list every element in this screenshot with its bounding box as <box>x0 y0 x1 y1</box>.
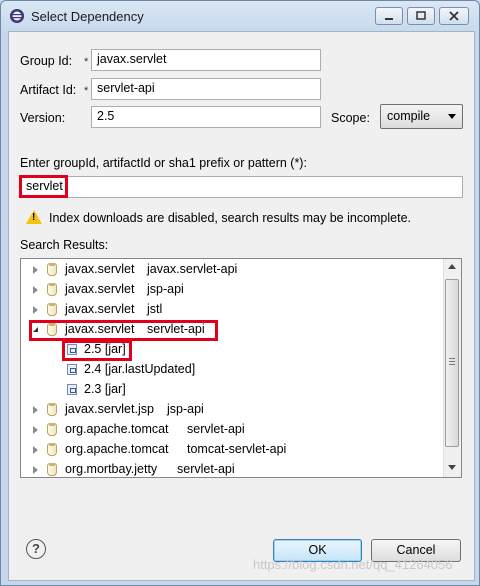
result-group: javax.servlet <box>65 262 135 276</box>
version-jar-icon <box>67 364 77 375</box>
artifact-jar-icon <box>47 303 57 316</box>
close-icon <box>449 11 459 21</box>
result-group: org.apache.tomcat <box>65 422 169 436</box>
version-jar-icon <box>67 384 77 395</box>
dialog-window: Select Dependency Group Id: * javax.serv… <box>0 0 480 586</box>
results-scrollbar[interactable] <box>443 259 461 477</box>
scroll-down-icon[interactable] <box>448 465 456 471</box>
result-row[interactable]: javax.servlet jstl <box>21 300 445 320</box>
result-row[interactable]: org.apache.tomcat tomcat-servlet-api <box>21 440 445 460</box>
artifact-jar-icon <box>47 403 57 416</box>
result-artifact: jstl <box>147 302 163 316</box>
minimize-icon <box>385 18 393 20</box>
version-label: 2.3 [jar] <box>84 382 126 396</box>
maximize-icon <box>416 11 426 20</box>
group-id-label: Group Id: <box>20 54 73 68</box>
result-row[interactable]: org.mortbay.jetty servlet-api <box>21 460 445 477</box>
version-label: Version: <box>20 111 66 125</box>
search-results-tree[interactable]: javax.servlet javax.servlet-api javax.se… <box>20 258 462 478</box>
version-row[interactable]: 2.3 [jar] <box>21 380 445 400</box>
result-group: org.mortbay.jetty <box>65 462 158 476</box>
close-button[interactable] <box>439 7 469 25</box>
result-row[interactable]: javax.servlet javax.servlet-api <box>21 260 445 280</box>
result-group: javax.servlet.jsp <box>65 402 154 416</box>
artifact-jar-icon <box>47 423 57 436</box>
group-id-field[interactable]: javax.servlet <box>91 49 321 71</box>
result-artifact: tomcat-servlet-api <box>187 442 287 456</box>
artifact-jar-icon <box>47 443 57 456</box>
result-artifact: jsp-api <box>167 402 204 416</box>
result-group: javax.servlet <box>65 302 135 316</box>
scope-label: Scope: <box>331 111 370 125</box>
warning-message: Index downloads are disabled, search res… <box>49 211 412 225</box>
expand-arrow-icon[interactable] <box>33 446 38 454</box>
version-label: 2.4 [jar.lastUpdated] <box>84 362 196 376</box>
result-row[interactable]: javax.servlet jsp-api <box>21 280 445 300</box>
expand-arrow-icon[interactable] <box>33 426 38 434</box>
window-title: Select Dependency <box>31 9 144 24</box>
required-marker: * <box>84 56 89 68</box>
help-button[interactable]: ? <box>26 539 46 559</box>
title-bar[interactable]: Select Dependency <box>1 1 479 31</box>
watermark: https://blog.csdn.net/qq_41264056 <box>253 557 453 572</box>
expand-arrow-icon[interactable] <box>33 286 38 294</box>
result-artifact: servlet-api <box>187 422 245 436</box>
result-artifact: jsp-api <box>147 282 184 296</box>
minimize-button[interactable] <box>375 7 403 25</box>
scope-value: compile <box>387 109 431 123</box>
search-results-label: Search Results: <box>20 238 109 252</box>
result-row[interactable]: org.apache.tomcat servlet-api <box>21 420 445 440</box>
search-input[interactable]: servlet <box>20 176 463 198</box>
result-artifact: servlet-api <box>177 462 235 476</box>
result-artifact: javax.servlet-api <box>147 262 238 276</box>
grip-icon <box>449 358 455 366</box>
dialog-body: Group Id: * javax.servlet Artifact Id: *… <box>8 31 475 581</box>
selected-version-highlight <box>62 340 132 361</box>
selected-artifact-highlight <box>29 320 218 341</box>
warning-icon: ! <box>26 210 42 224</box>
version-field[interactable]: 2.5 <box>91 106 321 128</box>
scroll-up-icon[interactable] <box>448 264 456 270</box>
scope-select[interactable]: compile <box>380 104 463 129</box>
result-group: javax.servlet <box>65 282 135 296</box>
expand-arrow-icon[interactable] <box>33 266 38 274</box>
search-input-highlight <box>19 175 68 198</box>
eclipse-app-icon <box>10 9 24 23</box>
expand-arrow-icon[interactable] <box>33 406 38 414</box>
scrollbar-thumb[interactable] <box>445 279 459 447</box>
result-row[interactable]: javax.servlet.jsp jsp-api <box>21 400 445 420</box>
version-row[interactable]: 2.4 [jar.lastUpdated] <box>21 360 445 380</box>
dropdown-arrow-icon <box>448 114 456 119</box>
artifact-id-label: Artifact Id: <box>20 83 77 97</box>
search-label: Enter groupId, artifactId or sha1 prefix… <box>20 156 307 170</box>
expand-arrow-icon[interactable] <box>33 306 38 314</box>
artifact-jar-icon <box>47 263 57 276</box>
expand-arrow-icon[interactable] <box>33 466 38 474</box>
maximize-button[interactable] <box>407 7 435 25</box>
result-group: org.apache.tomcat <box>65 442 169 456</box>
artifact-id-field[interactable]: servlet-api <box>91 78 321 100</box>
artifact-jar-icon <box>47 463 57 476</box>
artifact-jar-icon <box>47 283 57 296</box>
required-marker: * <box>84 85 89 97</box>
